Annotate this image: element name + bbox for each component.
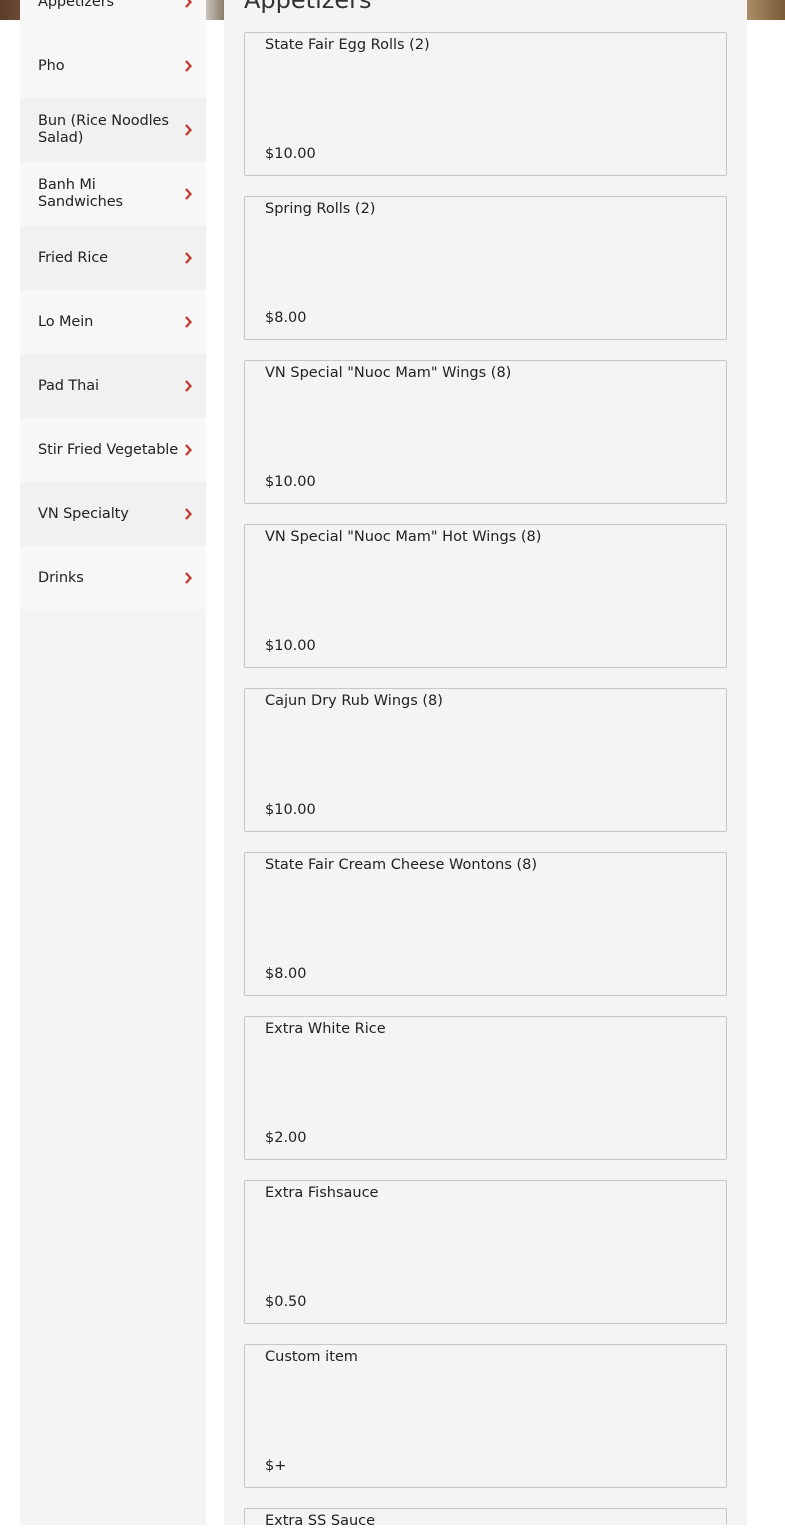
menu-item-price: $10.00 [265, 638, 316, 654]
sidebar-item-label: Appetizers [38, 0, 115, 10]
menu-item-card[interactable]: Cajun Dry Rub Wings (8) $10.00 [244, 688, 727, 832]
sidebar-item-pad-thai[interactable]: Pad Thai [20, 354, 206, 418]
menu-item-name: Extra White Rice [265, 1021, 386, 1037]
chevron-right-icon [185, 0, 192, 8]
sidebar-item-label: Pho [38, 57, 65, 74]
menu-item-card[interactable]: Extra SS Sauce [244, 1508, 727, 1529]
chevron-right-icon [185, 444, 192, 456]
menu-item-price: $8.00 [265, 310, 307, 326]
sidebar-item-label: Bun (Rice Noodles Salad) [38, 113, 169, 146]
menu-item-name: State Fair Egg Rolls (2) [265, 37, 430, 53]
sidebar-item-stir-fried-vegetable[interactable]: Stir Fried Vegetable [20, 418, 206, 482]
sidebar-item-fried-rice[interactable]: Fried Rice [20, 226, 206, 290]
menu-item-card[interactable]: VN Special "Nuoc Mam" Hot Wings (8) $10.… [244, 524, 727, 668]
sidebar-item-label: Pad Thai [38, 377, 99, 394]
menu-item-name: VN Special "Nuoc Mam" Wings (8) [265, 365, 512, 381]
menu-item-price: $10.00 [265, 802, 316, 818]
menu-item-card[interactable]: Extra Fishsauce $0.50 [244, 1180, 727, 1324]
sidebar-item-label: Lo Mein [38, 313, 94, 330]
sidebar-item-bun[interactable]: Bun (Rice Noodles Salad) [20, 98, 206, 162]
sidebar-item-lo-mein[interactable]: Lo Mein [20, 290, 206, 354]
chevron-right-icon [185, 188, 192, 200]
menu-item-price: $2.00 [265, 1130, 307, 1146]
sidebar-item-vn-specialty[interactable]: VN Specialty [20, 482, 206, 546]
menu-item-name: Extra Fishsauce [265, 1185, 379, 1201]
menu-item-card[interactable]: VN Special "Nuoc Mam" Wings (8) $10.00 [244, 360, 727, 504]
menu-item-name: Custom item [265, 1349, 358, 1365]
menu-item-card[interactable]: Extra White Rice $2.00 [244, 1016, 727, 1160]
sidebar-item-appetizers[interactable]: Appetizers [20, 0, 206, 34]
sidebar-item-label: Stir Fried Vegetable [38, 441, 179, 458]
menu-item-name: Cajun Dry Rub Wings (8) [265, 693, 443, 709]
menu-item-name: VN Special "Nuoc Mam" Hot Wings (8) [265, 529, 542, 545]
chevron-right-icon [185, 124, 192, 136]
category-sidebar: Appetizers Pho Bun (Rice Noodles Salad) … [20, 0, 206, 1525]
menu-items-panel: Appetizers State Fair Egg Rolls (2) $10.… [224, 0, 747, 1529]
menu-item-card[interactable]: Custom item $+ [244, 1344, 727, 1488]
chevron-right-icon [185, 252, 192, 264]
menu-item-card[interactable]: State Fair Egg Rolls (2) $10.00 [244, 32, 727, 176]
sidebar-item-label: Banh Mi Sandwiches [38, 177, 124, 210]
chevron-right-icon [185, 60, 192, 72]
menu-item-price: $+ [265, 1458, 287, 1474]
menu-item-name: State Fair Cream Cheese Wontons (8) [265, 857, 538, 873]
sidebar-item-label: Fried Rice [38, 249, 109, 266]
sidebar-item-label: Drinks [38, 569, 84, 586]
chevron-right-icon [185, 508, 192, 520]
sidebar-item-banh-mi[interactable]: Banh Mi Sandwiches [20, 162, 206, 226]
sidebar-item-pho[interactable]: Pho [20, 34, 206, 98]
sidebar-item-label: VN Specialty [38, 505, 129, 522]
menu-item-price: $8.00 [265, 966, 307, 982]
sidebar-item-drinks[interactable]: Drinks [20, 546, 206, 610]
menu-item-card[interactable]: Spring Rolls (2) $8.00 [244, 196, 727, 340]
menu-item-price: $10.00 [265, 474, 316, 490]
menu-item-name: Extra SS Sauce [265, 1513, 376, 1529]
menu-item-name: Spring Rolls (2) [265, 201, 376, 217]
menu-item-card[interactable]: State Fair Cream Cheese Wontons (8) $8.0… [244, 852, 727, 996]
menu-item-price: $0.50 [265, 1294, 307, 1310]
chevron-right-icon [185, 316, 192, 328]
menu-item-price: $10.00 [265, 146, 316, 162]
chevron-right-icon [185, 380, 192, 392]
chevron-right-icon [185, 572, 192, 584]
section-title: Appetizers [244, 0, 372, 14]
